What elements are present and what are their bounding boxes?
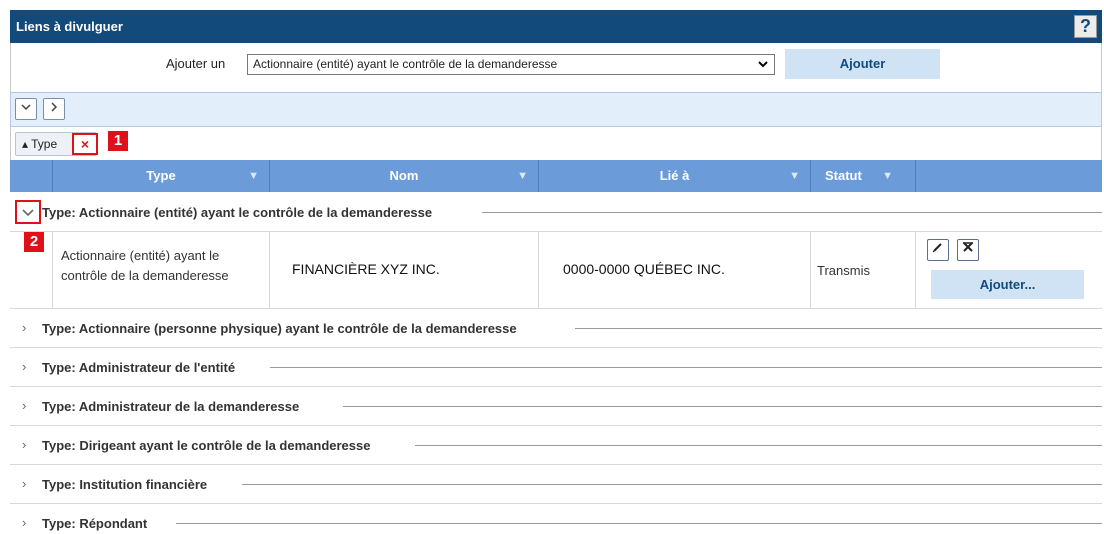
- group-row-collapsed[interactable]: › Type: Actionnaire (personne physique) …: [10, 309, 1102, 348]
- table-row[interactable]: Actionnaire (entité) ayant le contrôle d…: [10, 232, 1102, 309]
- chevron-down-icon: [21, 104, 31, 111]
- panel-title: Liens à divulguer: [16, 19, 123, 34]
- group-row-expanded[interactable]: Type: Actionnaire (entité) ayant le cont…: [10, 192, 1102, 232]
- group-divider: [270, 367, 1102, 368]
- chevron-right-icon[interactable]: ›: [22, 515, 26, 530]
- column-header-type[interactable]: Type ▼: [52, 160, 269, 192]
- filter-icon[interactable]: ▼: [248, 160, 259, 192]
- link-type-select-value: Actionnaire (entité) ayant le contrôle d…: [253, 57, 558, 71]
- chevron-right-icon[interactable]: ›: [22, 359, 26, 374]
- column-header-type-label: Type: [146, 168, 176, 183]
- grid-toolbar: [10, 92, 1102, 127]
- group-label: Type: Administrateur de la demanderesse: [42, 399, 300, 414]
- link-type-select[interactable]: Actionnaire (entité) ayant le contrôle d…: [247, 54, 775, 75]
- column-header-actions: [915, 160, 1102, 192]
- group-row-collapsed[interactable]: › Type: Administrateur de la demanderess…: [10, 387, 1102, 426]
- column-header-lie-a[interactable]: Lié à ▼: [538, 160, 810, 192]
- filter-icon[interactable]: ▼: [517, 160, 528, 192]
- expand-all-button[interactable]: [15, 98, 37, 120]
- chevron-down-icon: [22, 209, 34, 217]
- filter-icon[interactable]: ▼: [789, 160, 800, 192]
- column-header-nom[interactable]: Nom ▼: [269, 160, 538, 192]
- group-label: Type: Actionnaire (personne physique) ay…: [42, 321, 517, 336]
- group-label: Type: Institution financière: [42, 477, 208, 492]
- panel-titlebar: Liens à divulguer ?: [10, 10, 1102, 43]
- linked-parties-panel: Liens à divulguer ? Ajouter un Actionnai…: [10, 10, 1102, 534]
- column-header-nom-label: Nom: [389, 168, 419, 183]
- filter-icon[interactable]: ▼: [882, 160, 893, 192]
- delete-button[interactable]: [957, 239, 979, 261]
- group-row-collapsed[interactable]: › Type: Répondant: [10, 504, 1102, 534]
- edit-button[interactable]: [927, 239, 949, 261]
- column-header-statut-label: Statut: [825, 168, 862, 183]
- callout-badge-1: 1: [108, 131, 128, 151]
- chevron-down-icon: [758, 55, 768, 80]
- help-button[interactable]: ?: [1074, 15, 1097, 38]
- cell-nom: FINANCIÈRE XYZ INC.: [269, 232, 538, 309]
- column-header-statut[interactable]: Statut ▼: [810, 160, 915, 192]
- cell-type-text: Actionnaire (entité) ayant le contrôle d…: [61, 248, 229, 283]
- collapse-group-button[interactable]: [15, 200, 41, 224]
- cell-statut-text: Transmis: [817, 263, 870, 278]
- group-divider: [415, 445, 1102, 446]
- group-divider: [482, 212, 1102, 213]
- add-related-button[interactable]: Ajouter...: [931, 270, 1084, 299]
- group-divider: [343, 406, 1102, 407]
- add-link-button[interactable]: Ajouter: [785, 49, 940, 79]
- chevron-right-icon[interactable]: ›: [22, 437, 26, 452]
- pencil-icon: [932, 243, 942, 253]
- add-type-label: Ajouter un: [166, 56, 226, 71]
- chevron-right-icon[interactable]: ›: [22, 476, 26, 491]
- group-row-collapsed[interactable]: › Type: Administrateur de l'entité: [10, 348, 1102, 387]
- remove-group-icon[interactable]: ×: [72, 133, 98, 155]
- grid-header: Type ▼ Nom ▼ Lié à ▼ Statut ▼: [10, 160, 1102, 192]
- group-divider: [242, 484, 1102, 485]
- chevron-right-icon: [51, 102, 58, 112]
- cell-statut: Transmis: [810, 232, 915, 309]
- group-by-type-tag[interactable]: ▴ Type ×: [15, 132, 98, 156]
- group-divider: [176, 523, 1102, 524]
- collapse-all-button[interactable]: [43, 98, 65, 120]
- chevron-right-icon[interactable]: ›: [22, 398, 26, 413]
- group-row-collapsed[interactable]: › Type: Institution financière: [10, 465, 1102, 504]
- cell-nom-text: FINANCIÈRE XYZ INC.: [292, 261, 440, 277]
- cell-lie-a: 0000-0000 QUÉBEC INC.: [538, 232, 810, 309]
- group-label: Type: Dirigeant ayant le contrôle de la …: [42, 438, 371, 453]
- group-divider: [575, 328, 1102, 329]
- delete-x-icon: [963, 242, 973, 252]
- group-by-type-label: ▴ Type: [22, 137, 58, 151]
- add-link-bar: Ajouter un Actionnaire (entité) ayant le…: [10, 43, 1102, 94]
- chevron-right-icon[interactable]: ›: [22, 320, 26, 335]
- group-label: Type: Répondant: [42, 516, 148, 531]
- column-header-lie-a-label: Lié à: [659, 168, 690, 183]
- cell-type: Actionnaire (entité) ayant le contrôle d…: [52, 232, 269, 309]
- group-label: Type: Administrateur de l'entité: [42, 360, 236, 375]
- header-spacer: [10, 160, 52, 192]
- group-label: Type: Actionnaire (entité) ayant le cont…: [42, 205, 433, 220]
- cell-lie-a-text: 0000-0000 QUÉBEC INC.: [563, 261, 725, 277]
- group-row-collapsed[interactable]: › Type: Dirigeant ayant le contrôle de l…: [10, 426, 1102, 465]
- group-by-zone: ▴ Type × 1: [10, 127, 1102, 160]
